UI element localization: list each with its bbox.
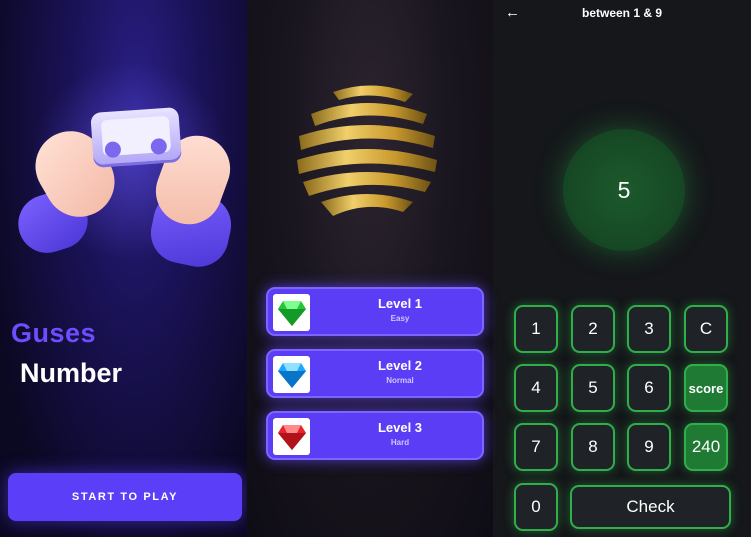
game-controller-icon — [90, 106, 182, 166]
level-title: Level 3 — [377, 420, 423, 435]
key-2[interactable]: 2 — [571, 305, 615, 353]
key-6[interactable]: 6 — [627, 364, 671, 412]
level-title: Level 2 — [377, 358, 423, 373]
level-title: Level 1 — [377, 296, 423, 311]
level-difficulty: Normal — [386, 376, 414, 385]
start-to-play-button[interactable]: START TO PLAY — [8, 473, 242, 521]
level-3-card[interactable]: Level 3 Hard — [266, 411, 484, 460]
check-button[interactable]: Check — [570, 485, 731, 529]
red-gem-icon — [273, 418, 310, 455]
key-7[interactable]: 7 — [514, 423, 558, 471]
level-1-card[interactable]: Level 1 Easy — [266, 287, 484, 336]
key-1[interactable]: 1 — [514, 305, 558, 353]
key-clear[interactable]: C — [684, 305, 728, 353]
key-0[interactable]: 0 — [514, 483, 558, 531]
level-difficulty: Hard — [390, 438, 410, 447]
golden-sphere-illustration — [297, 85, 437, 216]
intro-screen: Guses Number START TO PLAY — [0, 0, 247, 537]
app-title-line2: Number — [20, 358, 123, 388]
key-9[interactable]: 9 — [627, 423, 671, 471]
key-4[interactable]: 4 — [514, 364, 558, 412]
green-gem-icon — [273, 294, 310, 331]
app-title-line1: Guses — [11, 318, 97, 348]
key-8[interactable]: 8 — [571, 423, 615, 471]
level-2-card[interactable]: Level 2 Normal — [266, 349, 484, 398]
game-title: between 1 & 9 — [581, 6, 663, 20]
key-5[interactable]: 5 — [571, 364, 615, 412]
blue-gem-icon — [273, 356, 310, 393]
current-guess-display: 5 — [563, 129, 685, 251]
key-3[interactable]: 3 — [627, 305, 671, 353]
score-label: score — [684, 364, 728, 412]
level-difficulty: Easy — [390, 314, 410, 323]
score-value: 240 — [684, 423, 728, 471]
